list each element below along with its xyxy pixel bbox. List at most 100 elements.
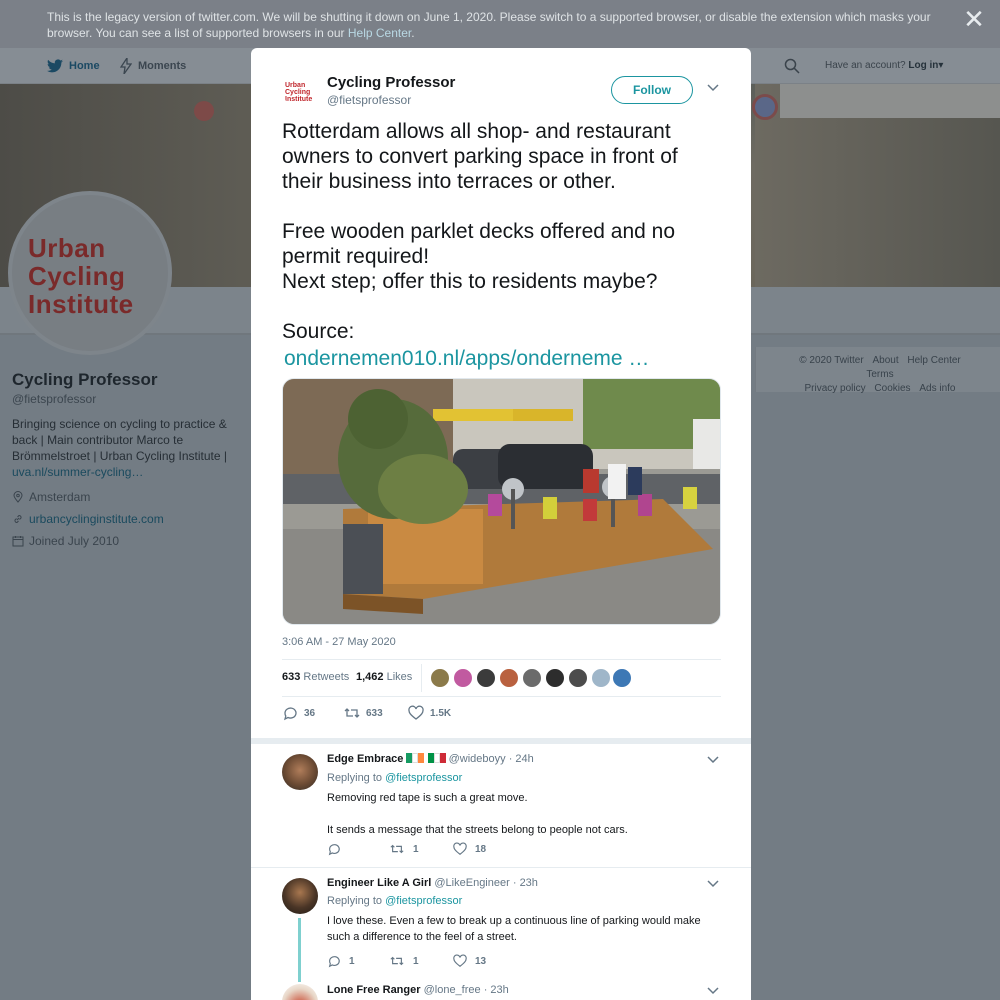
chevron-down-icon[interactable] [707,756,719,764]
liker-avatar[interactable] [612,668,632,688]
retweets-count: 633 [282,671,301,683]
reply-avatar[interactable] [282,878,318,914]
reply-header: Edge Embrace @wideboyy · 24h [327,753,534,765]
profile-website-link[interactable]: urbancyclinginstitute.com [29,512,164,526]
retweet-action[interactable]: 1 [389,954,419,968]
search-icon[interactable] [784,58,800,74]
replying-to-label: Replying to [327,895,383,907]
reply-actions: 1 18 [327,842,627,858]
reply-action[interactable]: 36 [282,705,315,721]
tweet-author-avatar[interactable]: Urban Cycling Institute [283,73,319,109]
help-center-link[interactable]: Help Center [348,26,411,40]
reply-text: Removing red tape is such a great move. … [327,792,628,836]
chevron-down-icon[interactable] [707,84,719,92]
avatar-logo-institute: Institute [285,96,313,103]
heart-icon [453,954,467,967]
profile-handle[interactable]: @fietsprofessor [12,392,96,406]
retweets-label: Retweets [303,671,350,683]
footer-help-center[interactable]: Help Center [907,355,960,366]
reply-avatar[interactable] [282,754,318,790]
header-photo-sign [752,94,778,120]
reply-tweet[interactable]: Engineer Like A Girl @LikeEngineer · 23h… [251,868,751,988]
tweet-photo[interactable] [282,378,721,625]
reply-header: Lone Free Ranger @lone_free · 23h [327,984,509,996]
replying-to-label: Replying to [327,772,383,784]
reply-time[interactable]: · 23h [484,984,509,996]
liker-avatar[interactable] [476,668,496,688]
footer-privacy[interactable]: Privacy policy [805,383,866,394]
footer-copyright: © 2020 Twitter [799,355,864,366]
retweet-action[interactable]: 1 [389,842,419,856]
reply-time[interactable]: · 24h [509,753,534,765]
liker-avatar[interactable] [568,668,588,688]
reply-icon [328,956,340,968]
profile-bio-text: Bringing science on cycling to practice … [12,417,227,463]
parklet-photo-illustration [283,379,720,624]
tweet-author-name[interactable]: Cycling Professor [327,74,455,91]
likes-label: Likes [386,671,413,683]
like-count: 18 [475,843,487,855]
reply-author-handle[interactable]: @LikeEngineer [434,877,509,889]
liker-avatar[interactable] [545,668,565,688]
close-icon[interactable]: ✕ [962,6,986,32]
retweets-stat[interactable]: 633 Retweets [282,671,349,683]
header-photo-sign-left [194,101,214,121]
profile-location: Amsterdam [12,490,90,504]
liker-avatar[interactable] [591,668,611,688]
tweet-timestamp[interactable]: 3:06 AM - 27 May 2020 [282,636,396,648]
legacy-banner: This is the legacy version of twitter.co… [0,0,1000,48]
like-action[interactable]: 18 [453,842,486,856]
stats-divider [421,664,422,692]
nav-moments[interactable]: Moments [120,48,186,84]
footer-about[interactable]: About [872,355,898,366]
liker-avatar[interactable] [430,668,450,688]
reply-icon [284,707,297,721]
reply-author-name[interactable]: Lone Free Ranger [327,984,421,996]
login-button[interactable]: Log in [908,60,938,71]
ireland-flag-icon [406,753,425,765]
nav-home[interactable]: Home [47,48,100,84]
replying-to-mention[interactable]: @fietsprofessor [385,772,462,784]
caret-down-icon[interactable]: ▾ [938,60,943,71]
profile-name[interactable]: Cycling Professor [12,370,158,390]
profile-avatar[interactable]: Urban Cycling Institute [8,191,172,355]
liker-avatar[interactable] [453,668,473,688]
reply-tweet[interactable]: Edge Embrace @wideboyy · 24h Replying to… [251,744,751,868]
tweet-source-link[interactable]: ondernemen010.nl/apps/onderneme … [284,346,649,371]
chevron-down-icon[interactable] [707,880,719,888]
logo-text-urban: Urban [28,233,106,263]
reply-author-name[interactable]: Engineer Like A Girl [327,877,431,889]
like-action[interactable]: 1.5K [408,705,451,721]
profile-bio-link[interactable]: uva.nl/summer-cycling… [12,465,143,479]
footer-cookies[interactable]: Cookies [874,383,910,394]
follow-button[interactable]: Follow [611,76,693,104]
liker-avatar[interactable] [522,668,542,688]
heart-icon [453,842,467,855]
footer-ads-info[interactable]: Ads info [919,383,955,394]
reply-time[interactable]: · 23h [513,877,538,889]
chevron-down-icon[interactable] [707,987,719,995]
like-count: 1.5K [430,707,452,719]
reply-tweet[interactable]: Lone Free Ranger @lone_free · 23h [251,976,751,1000]
location-pin-icon [13,491,23,503]
liker-avatar[interactable] [499,668,519,688]
twitter-bird-icon [47,59,63,73]
retweet-count: 1 [413,843,419,855]
tweet-author-handle[interactable]: @fietsprofessor [327,93,411,107]
retweet-action[interactable]: 633 [344,705,383,721]
likes-stat[interactable]: 1,462 Likes [356,671,412,683]
reply-author-handle[interactable]: @lone_free [424,984,481,996]
retweet-count: 1 [413,955,419,967]
header-photo-awning [780,84,1000,118]
footer-links: © 2020 Twitter About Help Center Terms P… [780,354,980,396]
reply-author-handle[interactable]: @wideboyy [449,753,506,765]
nav-moments-label: Moments [138,60,187,72]
reply-avatar[interactable] [282,984,318,1000]
reply-action[interactable] [327,842,341,856]
reply-action[interactable]: 1 [327,954,355,968]
replying-to-mention[interactable]: @fietsprofessor [385,895,462,907]
footer-terms[interactable]: Terms [866,369,893,380]
reply-author-name[interactable]: Edge Embrace [327,753,403,765]
account-prompt: Have an account? [825,60,906,71]
like-action[interactable]: 13 [453,954,486,968]
